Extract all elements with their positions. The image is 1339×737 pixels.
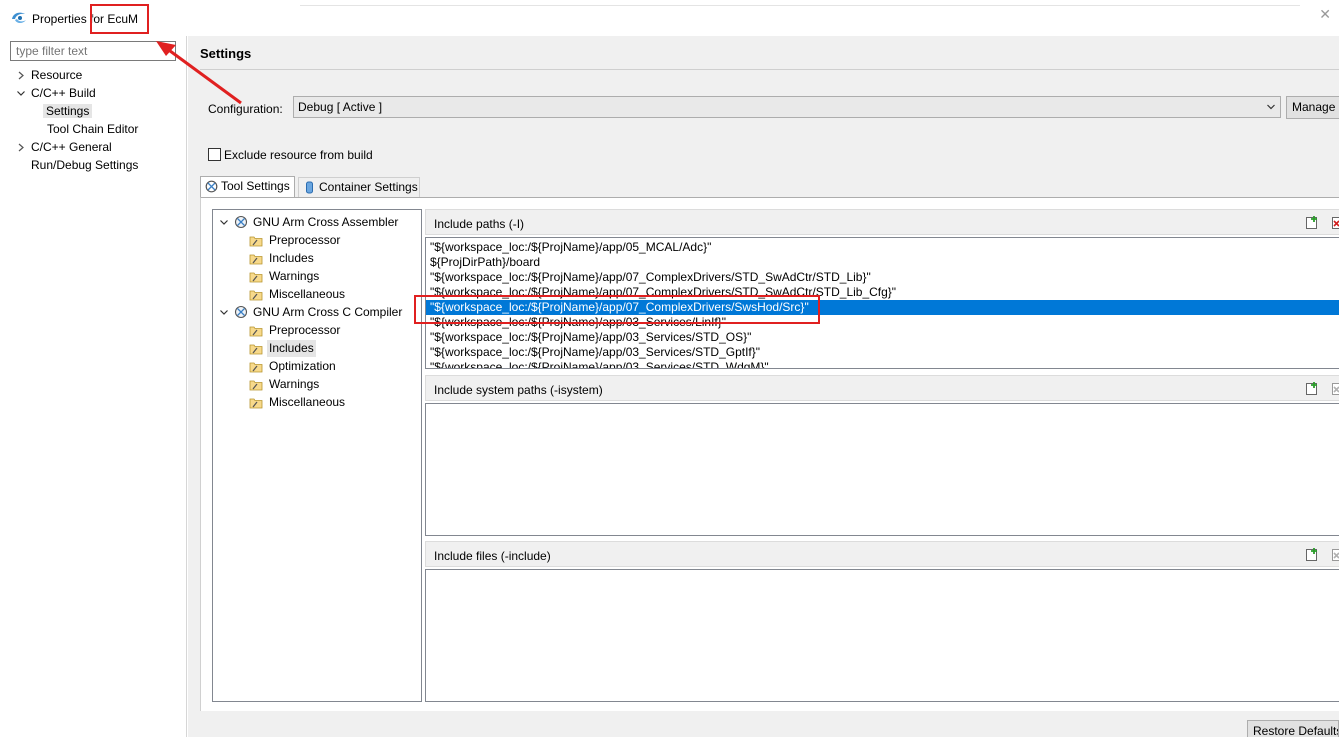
tree-item-label: Includes xyxy=(269,251,314,265)
preference-sidebar: Resource C/C++ Build Settings Tool Chain… xyxy=(0,36,187,737)
include-system-paths-title: Include system paths (-isystem) xyxy=(434,383,603,397)
tree-item-label: Includes xyxy=(267,340,316,357)
include-path-row[interactable]: "${workspace_loc:/${ProjName}/app/07_Com… xyxy=(426,270,1339,285)
add-file-icon[interactable] xyxy=(1305,547,1320,562)
tab-label: Tool Settings xyxy=(221,179,290,193)
filter-input[interactable] xyxy=(10,41,176,61)
sidebar-item-label: C/C++ General xyxy=(31,140,112,154)
chevron-down-icon[interactable] xyxy=(219,304,229,321)
include-path-row[interactable]: "${workspace_loc:/${ProjName}/app/03_Ser… xyxy=(426,360,1339,368)
include-files-header: Include files (-include) xyxy=(425,541,1339,567)
tool-tree: GNU Arm Cross Assembler Preprocessor Inc… xyxy=(212,209,422,702)
tree-item-label: Preprocessor xyxy=(269,323,341,337)
delete-file-icon[interactable] xyxy=(1332,547,1339,562)
add-path-icon[interactable] xyxy=(1305,381,1320,396)
tree-item-label: Miscellaneous xyxy=(269,395,346,409)
folder-settings-icon xyxy=(249,398,263,409)
restore-defaults-button[interactable]: Restore Defaults xyxy=(1247,720,1339,737)
tree-item-label: Miscellaneous xyxy=(269,287,346,301)
sidebar-item-run-debug-settings[interactable]: Run/Debug Settings xyxy=(31,157,138,174)
folder-settings-icon xyxy=(249,380,263,391)
include-system-paths-list[interactable] xyxy=(425,403,1339,536)
include-paths-title: Include paths (-I) xyxy=(434,217,525,231)
window-title-project: EcuM xyxy=(107,12,139,26)
tab-label: Container Settings xyxy=(319,180,418,194)
eclipse-app-icon xyxy=(12,12,26,23)
configuration-label: Configuration: xyxy=(208,102,283,116)
delete-path-icon[interactable] xyxy=(1332,381,1339,396)
close-icon[interactable]: ✕ xyxy=(1319,6,1331,23)
tab-container-settings[interactable]: Container Settings xyxy=(298,177,420,198)
tree-item-label: Warnings xyxy=(269,269,320,283)
include-path-row[interactable]: "${workspace_loc:/${ProjName}/app/03_Ser… xyxy=(426,330,1339,345)
manage-configurations-button[interactable]: Manage Configurations... xyxy=(1286,96,1339,119)
tree-item-label: Preprocessor xyxy=(269,233,341,247)
sidebar-item-label: C/C++ Build xyxy=(31,86,96,100)
include-path-row[interactable]: ${ProjDirPath}/board xyxy=(426,255,1339,270)
tree-item-label: GNU Arm Cross C Compiler xyxy=(253,305,403,319)
include-paths-list[interactable]: "${workspace_loc:/${ProjName}/app/05_MCA… xyxy=(425,237,1339,369)
chevron-right-icon[interactable] xyxy=(16,67,26,84)
chevron-down-icon[interactable] xyxy=(219,214,229,231)
checkbox-box[interactable] xyxy=(208,148,221,161)
tree-item-label: Warnings xyxy=(269,377,320,391)
page-title: Settings xyxy=(200,46,252,61)
tool-gear-icon xyxy=(234,215,248,229)
folder-settings-icon xyxy=(249,290,263,301)
include-files-list[interactable] xyxy=(425,569,1339,702)
folder-settings-icon xyxy=(249,344,263,355)
folder-settings-icon xyxy=(249,326,263,337)
exclude-resource-label: Exclude resource from build xyxy=(224,148,373,162)
folder-settings-icon xyxy=(249,362,263,373)
configuration-value: Debug [ Active ] xyxy=(298,100,383,114)
include-system-paths-header: Include system paths (-isystem) xyxy=(425,375,1339,401)
include-path-row-selected[interactable]: "${workspace_loc:/${ProjName}/app/07_Com… xyxy=(426,300,1339,315)
chevron-right-icon[interactable] xyxy=(16,139,26,156)
include-path-row[interactable]: "${workspace_loc:/${ProjName}/app/03_Ser… xyxy=(426,345,1339,360)
tree-item-label: Optimization xyxy=(269,359,336,373)
delete-path-icon[interactable] xyxy=(1332,215,1339,230)
container-icon xyxy=(306,181,313,194)
sidebar-item-label: Tool Chain Editor xyxy=(47,122,139,136)
folder-settings-icon xyxy=(249,272,263,283)
tool-settings-icon xyxy=(205,180,218,193)
folder-settings-icon xyxy=(249,254,263,265)
folder-settings-icon xyxy=(249,236,263,247)
sidebar-item-label: Resource xyxy=(31,68,83,82)
tree-item-label: GNU Arm Cross Assembler xyxy=(253,215,399,229)
sidebar-item-tool-chain-editor[interactable]: Tool Chain Editor xyxy=(47,121,138,138)
add-path-icon[interactable] xyxy=(1305,215,1320,230)
divider xyxy=(200,69,1339,70)
sidebar-item-label: Run/Debug Settings xyxy=(31,158,139,172)
window-title: Properties for EcuM xyxy=(32,12,139,26)
tool-gear-icon xyxy=(234,305,248,319)
settings-page: Settings Configuration: Debug [ Active ]… xyxy=(188,36,1339,737)
include-path-row[interactable]: "${workspace_loc:/${ProjName}/app/03_Ser… xyxy=(426,315,1339,330)
background-window-edge xyxy=(300,0,1300,6)
chevron-down-icon[interactable] xyxy=(16,85,26,102)
include-files-title: Include files (-include) xyxy=(434,549,551,563)
configuration-select[interactable]: Debug [ Active ] xyxy=(293,96,1281,118)
include-paths-header: Include paths (-I) xyxy=(425,209,1339,235)
include-path-row[interactable]: "${workspace_loc:/${ProjName}/app/05_MCA… xyxy=(426,240,1339,255)
include-path-row[interactable]: "${workspace_loc:/${ProjName}/app/07_Com… xyxy=(426,285,1339,300)
tab-tool-settings[interactable]: Tool Settings xyxy=(200,176,295,198)
sidebar-item-label: Settings xyxy=(43,104,93,118)
chevron-down-icon xyxy=(1267,104,1275,110)
sidebar-item-settings[interactable]: Settings xyxy=(43,103,93,120)
